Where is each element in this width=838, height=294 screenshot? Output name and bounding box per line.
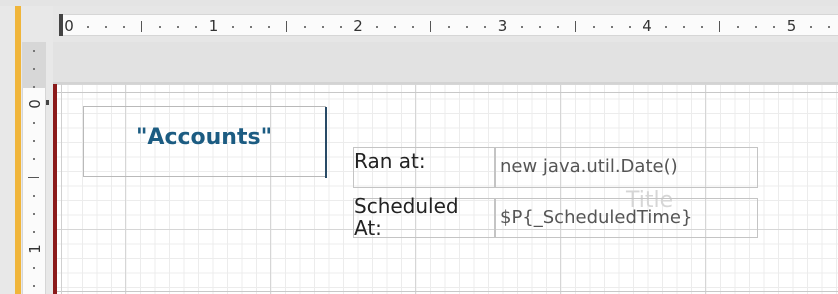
ruler-half-tick	[430, 21, 432, 32]
vertical-ruler: 01	[0, 42, 53, 294]
ruler-corner	[0, 6, 53, 42]
vertical-ruler-minor-tick	[33, 140, 35, 143]
ruler-minor-tick	[412, 26, 415, 28]
ruler-minor-tick	[249, 26, 252, 28]
horizontal-ruler: 0 1 2 3 4 5	[53, 6, 838, 42]
accounts-selection-bar	[325, 107, 327, 178]
title-band-bottom-border	[53, 291, 838, 292]
corner-accent	[15, 6, 21, 42]
ran-at-label: Ran at:	[354, 149, 426, 173]
vertical-ruler-minor-tick	[33, 212, 35, 215]
ruler-minor-tick	[755, 26, 758, 28]
vertical-accent	[15, 42, 21, 294]
ruler-minor-tick	[448, 26, 451, 28]
ruler-minor-tick	[538, 26, 541, 28]
ruler-minor-tick	[105, 26, 108, 28]
ruler-label-text: 4	[642, 17, 652, 35]
vertical-ruler-minor-tick	[33, 194, 35, 197]
scheduled-label-line1: Scheduled	[354, 194, 459, 218]
ruler-minor-tick	[87, 26, 90, 28]
horizontal-ruler-band	[59, 14, 838, 36]
ran-at-expression-field[interactable]: new java.util.Date()	[495, 147, 758, 188]
ran-at-label-box[interactable]: Ran at:	[353, 147, 495, 188]
scheduled-expression: $P{_ScheduledTime}	[500, 207, 693, 228]
ruler-minor-tick	[773, 26, 776, 28]
accounts-text: "Accounts"	[135, 125, 273, 150]
ruler-minor-tick	[123, 26, 126, 28]
title-band-top-border	[53, 92, 838, 93]
vertical-ruler-minor-tick	[33, 49, 35, 52]
vertical-ruler-label-1: 1	[26, 244, 44, 254]
ruler-minor-tick	[177, 26, 180, 28]
ruler-minor-tick	[339, 26, 342, 28]
ruler-minor-tick	[231, 26, 234, 28]
vertical-ruler-marker[interactable]	[46, 100, 49, 105]
ran-at-expression: new java.util.Date()	[500, 156, 678, 177]
ruler-minor-tick	[556, 26, 559, 28]
vertical-ruler-label-0: 0	[26, 99, 44, 109]
scheduled-label-box[interactable]: Scheduled At:	[353, 194, 495, 240]
ruler-minor-tick	[321, 26, 324, 28]
ruler-half-tick	[574, 21, 576, 32]
ruler-minor-tick	[809, 26, 812, 28]
ruler-minor-tick	[484, 26, 487, 28]
ruler-minor-tick	[159, 26, 162, 28]
ruler-minor-tick	[267, 26, 270, 28]
design-canvas[interactable]: Title "Accounts" Ran at: new java.util.D…	[53, 42, 838, 294]
ruler-label-text: 1	[208, 17, 219, 35]
vertical-ruler-minor-tick	[33, 158, 35, 161]
ruler-minor-tick	[610, 26, 613, 28]
vertical-ruler-minor-tick	[33, 285, 35, 288]
ruler-label-text: 3	[497, 17, 508, 35]
vertical-ruler-minor-tick	[33, 85, 35, 88]
left-margin-guide	[61, 84, 62, 294]
vertical-ruler-minor-tick	[33, 267, 35, 270]
vertical-ruler-minor-tick	[33, 67, 35, 70]
vertical-ruler-minor-tick	[33, 230, 35, 233]
scheduled-label-line2: At:	[354, 216, 382, 240]
ruler-minor-tick	[827, 26, 830, 28]
ruler-minor-tick	[592, 26, 595, 28]
ruler-minor-tick	[737, 26, 740, 28]
ruler-minor-tick	[195, 26, 198, 28]
ruler-minor-tick	[394, 26, 397, 28]
ruler-minor-tick	[520, 26, 523, 28]
ruler-label-text: 5	[786, 17, 797, 35]
vertical-ruler-minor-tick	[33, 122, 35, 125]
ruler-label-text: 0	[64, 17, 74, 35]
ruler-half-tick	[285, 21, 287, 32]
ruler-minor-tick	[466, 26, 469, 28]
ruler-minor-tick	[683, 26, 686, 28]
report-page[interactable]: Title "Accounts" Ran at: new java.util.D…	[53, 84, 838, 294]
ruler-minor-tick	[665, 26, 668, 28]
ruler-half-tick	[141, 21, 143, 32]
ruler-minor-tick	[628, 26, 631, 28]
scheduled-expression-field[interactable]: $P{_ScheduledTime}	[495, 198, 758, 238]
vertical-ruler-half-tick	[28, 176, 39, 178]
ruler-minor-tick	[303, 26, 306, 28]
ruler-half-tick	[719, 21, 721, 32]
left-margin-line	[53, 84, 57, 294]
ruler-minor-tick	[376, 26, 379, 28]
accounts-text-field[interactable]: "Accounts"	[83, 106, 327, 178]
ruler-label-text: 2	[353, 17, 363, 35]
ruler-origin-marker[interactable]	[59, 14, 63, 36]
ruler-minor-tick	[701, 26, 704, 28]
